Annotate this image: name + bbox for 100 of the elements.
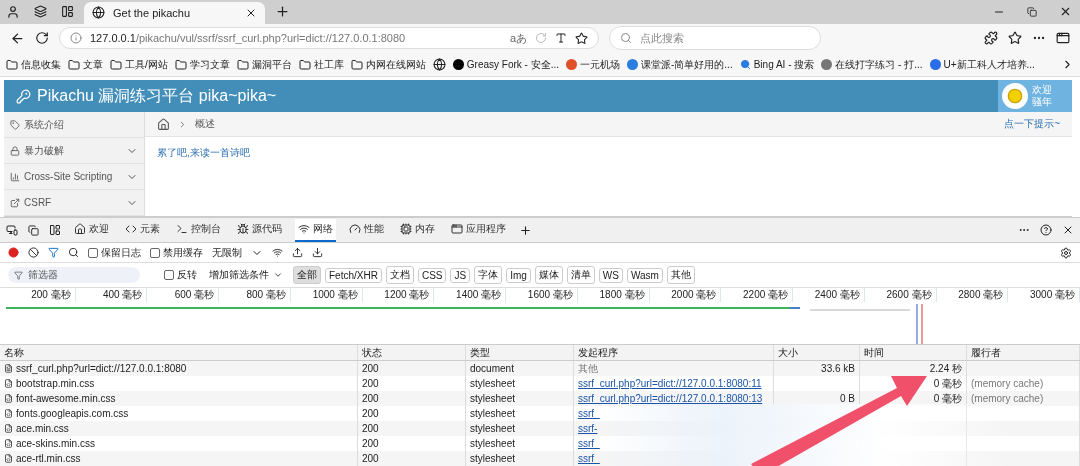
devtools-tab[interactable]: 控制台 xyxy=(173,218,224,242)
clear-icon[interactable] xyxy=(28,247,39,259)
type-filter[interactable]: 清单 xyxy=(566,266,595,285)
dock-icon[interactable] xyxy=(49,224,61,237)
hint-link[interactable]: 点一下提示~ xyxy=(1004,117,1060,132)
poem-link[interactable]: 累了吧,来读一首诗吧 xyxy=(157,147,250,159)
fulfilled-cell: (memory cache) xyxy=(967,391,1080,406)
name-cell[interactable]: fonts.googleapis.com.css xyxy=(0,406,358,421)
initiator-link[interactable]: ssrf- xyxy=(574,421,774,436)
initiator-link[interactable]: ssrf_curl.php?url=dict://127.0.0.1:8080:11 xyxy=(574,376,774,391)
type-filter[interactable]: 文档 xyxy=(385,266,414,285)
devtools-tab[interactable]: 元素 xyxy=(122,218,163,242)
type-filter[interactable]: Fetch/XHR xyxy=(325,267,382,283)
name-cell[interactable]: ace-skins.min.css xyxy=(0,436,358,451)
refresh-icon[interactable] xyxy=(35,31,49,46)
bookmark[interactable]: 在线打字练习 - 打... xyxy=(835,57,923,72)
column-header[interactable]: 大小 xyxy=(774,345,860,360)
read-aloud-icon[interactable] xyxy=(555,32,567,45)
restore-icon[interactable] xyxy=(1027,6,1037,17)
bookmark[interactable]: Greasy Fork - 安全... xyxy=(466,57,559,72)
devtools-tab[interactable]: 欢迎 xyxy=(71,218,112,242)
type-filter[interactable]: WS xyxy=(598,267,623,283)
preserve-log-checkbox[interactable]: 保留日志 xyxy=(88,245,141,260)
devtools-tab[interactable]: 源代码 xyxy=(234,218,285,242)
initiator-cell: 其他 xyxy=(574,361,774,376)
record-icon[interactable] xyxy=(8,247,19,259)
browser-tab[interactable]: Get the pikachu xyxy=(84,1,265,24)
profile-icon[interactable] xyxy=(6,4,20,19)
name-cell[interactable]: font-awesome.min.css xyxy=(0,391,358,406)
extensions-icon[interactable] xyxy=(984,31,998,46)
column-header[interactable]: 名称 xyxy=(0,345,358,360)
type-filter[interactable]: Img xyxy=(506,267,531,283)
status-cell: 200 xyxy=(358,406,466,421)
name-cell[interactable]: ace-rtl.min.css xyxy=(0,451,358,466)
device-icon[interactable] xyxy=(28,224,39,236)
add-tab-icon[interactable] xyxy=(519,223,532,237)
column-header[interactable]: 状态 xyxy=(358,345,466,360)
sidebar-item[interactable]: CSRF xyxy=(4,190,144,217)
column-header[interactable]: 发起程序 xyxy=(574,345,774,360)
devtools-tab[interactable]: 应用程序 xyxy=(448,218,509,242)
address-bar[interactable]: 127.0.0.1/pikachu/vul/ssrf/ssrf_curl.php?url=dict://127.0.0.1:8080 aあ xyxy=(59,27,599,50)
invert-checkbox[interactable]: 反转 xyxy=(164,268,197,283)
search-icon[interactable] xyxy=(68,247,79,259)
devtools-tab[interactable]: 性能 xyxy=(346,218,387,242)
download-icon[interactable] xyxy=(312,247,323,259)
bookmark[interactable]: 一元机场 xyxy=(580,57,620,72)
timeline-tick: 3000 毫秒 xyxy=(1008,288,1080,302)
bookmark[interactable]: 文章 xyxy=(83,57,103,72)
bookmark[interactable]: 内网在线网站 xyxy=(365,57,426,72)
bookmark[interactable]: 社工库 xyxy=(313,57,344,72)
search-field[interactable]: 点此搜索 xyxy=(609,26,821,51)
type-filter[interactable]: 其他 xyxy=(666,266,695,285)
timeline-tick: 1400 毫秒 xyxy=(434,288,507,302)
devtools-tab[interactable]: 网络 xyxy=(295,218,336,242)
inspect-icon[interactable] xyxy=(6,224,18,237)
type-filter[interactable]: 字体 xyxy=(474,266,503,285)
help-icon[interactable] xyxy=(1040,224,1052,237)
name-cell[interactable]: ssrf_curl.php?url=dict://127.0.0.1:8080 xyxy=(0,361,358,376)
back-icon[interactable] xyxy=(10,30,25,46)
devtools-tab[interactable]: 内存 xyxy=(397,218,438,242)
filter-icon[interactable] xyxy=(48,247,59,259)
panel-icon[interactable] xyxy=(61,5,74,19)
name-cell[interactable]: ace.min.css xyxy=(0,421,358,436)
home-icon[interactable] xyxy=(157,117,170,131)
translate-icon[interactable]: aあ xyxy=(509,30,527,46)
settings-icon[interactable] xyxy=(1060,246,1072,259)
favorites-icon[interactable] xyxy=(1008,31,1022,46)
bookmark[interactable]: 学习文章 xyxy=(189,57,230,72)
throttle-select[interactable]: 无限制 xyxy=(212,245,242,260)
bookmark[interactable]: 课堂派-简单好用的... xyxy=(641,57,733,72)
sidebar-item[interactable]: 系统介绍 xyxy=(4,112,144,139)
bookmark[interactable]: 信息收集 xyxy=(21,57,61,72)
bookmark[interactable]: U+新工科人才培养... xyxy=(943,57,1035,72)
column-header[interactable]: 时间 xyxy=(860,345,967,360)
type-filter[interactable]: JS xyxy=(450,267,471,283)
initiator-link[interactable]: ssrf_ xyxy=(574,436,774,451)
more-filters-dropdown[interactable]: 增加筛选条件 xyxy=(209,268,269,283)
bookmark[interactable]: 工具/网站 xyxy=(125,57,168,72)
new-tab-icon[interactable] xyxy=(275,4,290,20)
bookmark[interactable]: Bing AI - 搜索 xyxy=(753,57,815,72)
sidebar-icon[interactable] xyxy=(1056,31,1070,46)
disable-cache-checkbox[interactable]: 禁用缓存 xyxy=(150,245,203,260)
filter-field[interactable]: 筛选器 xyxy=(8,267,140,284)
globe-icon[interactable] xyxy=(432,58,446,72)
initiator-link[interactable]: ssrf_ xyxy=(574,406,774,421)
bookmark[interactable]: 漏洞平台 xyxy=(251,57,292,72)
type-filter[interactable]: 媒体 xyxy=(534,266,563,285)
star-icon[interactable] xyxy=(575,31,588,45)
type-filter[interactable]: 全部 xyxy=(293,266,321,285)
type-filter[interactable]: Wasm xyxy=(626,267,663,283)
upload-icon[interactable] xyxy=(292,247,303,259)
initiator-link[interactable]: ssrf_curl.php?url=dict://127.0.0.1:8080:13 xyxy=(574,391,774,406)
column-header[interactable]: 类型 xyxy=(466,345,574,360)
column-header[interactable]: 履行者 xyxy=(967,345,1080,360)
sidebar-item[interactable]: Cross-Site Scripting xyxy=(4,164,144,191)
type-filter[interactable]: CSS xyxy=(417,267,447,283)
name-cell[interactable]: bootstrap.min.css xyxy=(0,376,358,391)
network-conditions-icon[interactable] xyxy=(272,247,283,259)
layers-icon[interactable] xyxy=(34,5,47,19)
sidebar-item[interactable]: 暴力破解 xyxy=(4,138,144,165)
